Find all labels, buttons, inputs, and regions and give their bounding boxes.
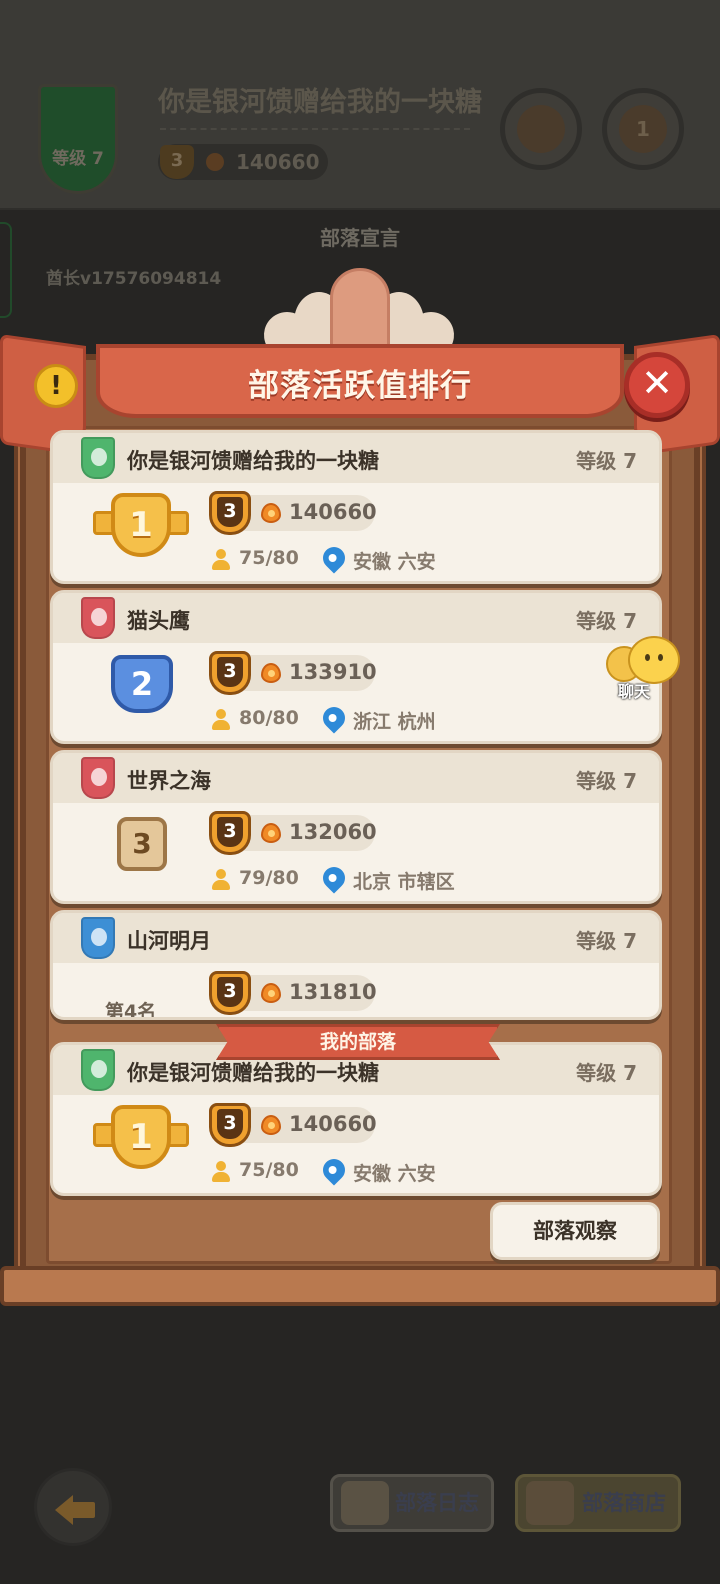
activity-pill: 3 132060 bbox=[209, 811, 377, 855]
ranking-row[interactable]: 你是银河馈赠给我的一块糖 等级 7 1 3 140660 75/80 安徽 六安 bbox=[50, 430, 662, 584]
person-icon bbox=[211, 869, 231, 891]
location-text: 安徽 六安 bbox=[353, 551, 436, 573]
rank-text: 第4名 bbox=[105, 1001, 157, 1020]
silver-rank-badge-icon: 2 bbox=[101, 651, 181, 721]
shield-icon: 3 bbox=[209, 651, 251, 695]
shield-icon: 3 bbox=[209, 811, 251, 855]
shield-icon: 3 bbox=[209, 491, 251, 535]
trophy-icon: 1 bbox=[619, 105, 667, 153]
tribe-level: 等级 7 bbox=[576, 449, 637, 473]
chat-button[interactable]: 聊天 bbox=[606, 636, 680, 704]
fire-icon bbox=[261, 983, 281, 1003]
tribe-name: 山河明月 bbox=[127, 929, 211, 953]
shield-icon: 3 bbox=[209, 971, 251, 1015]
shield-icon: 3 bbox=[160, 145, 194, 179]
location-icon bbox=[318, 542, 350, 574]
monkey-avatar-button[interactable] bbox=[500, 88, 582, 170]
title-divider bbox=[160, 128, 470, 130]
fire-icon bbox=[206, 153, 224, 171]
activity-value: 140660 bbox=[289, 500, 377, 524]
person-icon bbox=[211, 1161, 231, 1183]
tribe-name: 你是银河馈赠给我的一块糖 bbox=[127, 1061, 379, 1085]
member-count: 79/80 bbox=[239, 867, 299, 889]
activity-value: 133910 bbox=[289, 660, 377, 684]
info-button[interactable]: ! bbox=[34, 364, 78, 408]
chat-label: 聊天 bbox=[618, 682, 651, 701]
ranking-row[interactable]: 世界之海 等级 7 3 3 132060 79/80 北京 市辖区 bbox=[50, 750, 662, 904]
person-icon bbox=[211, 549, 231, 571]
popup-title: 部落活跃值排行 bbox=[248, 368, 472, 404]
chief-name: 酋长v17576094814 bbox=[46, 269, 222, 289]
fire-icon bbox=[261, 663, 281, 683]
activity-value: 140660 bbox=[236, 150, 320, 174]
activity-value: 131810 bbox=[289, 980, 377, 1004]
tribe-shop-label: 部落商店 bbox=[582, 1491, 666, 1515]
activity-value: 140660 bbox=[289, 1112, 377, 1136]
tribe-level: 等级 7 bbox=[576, 929, 637, 953]
ranking-row[interactable]: 山河明月 等级 7 第4名 3 131810 bbox=[50, 910, 662, 1020]
activity-pill: 3 131810 bbox=[209, 971, 377, 1015]
tribe-flag-icon bbox=[81, 597, 115, 639]
tribe-name: 猫头鹰 bbox=[127, 609, 190, 633]
fire-icon bbox=[261, 503, 281, 523]
tribe-title: 你是银河馈赠给我的一块糖 bbox=[158, 87, 482, 118]
location-icon bbox=[318, 702, 350, 734]
gold-rank-badge-icon: 1 bbox=[93, 491, 189, 561]
tribe-header: 等级 7 你是银河馈赠给我的一块糖 3 140660 1 bbox=[0, 0, 720, 210]
tribe-log-button[interactable]: 部落日志 bbox=[330, 1474, 494, 1532]
back-button[interactable] bbox=[34, 1468, 112, 1546]
member-count: 80/80 bbox=[239, 707, 299, 729]
tribe-flag-icon bbox=[81, 437, 115, 479]
tribe-observe-button[interactable]: 部落观察 bbox=[490, 1202, 660, 1260]
tribe-level: 等级 7 bbox=[576, 609, 637, 633]
monkey-icon bbox=[517, 105, 565, 153]
tribe-name: 你是银河馈赠给我的一块糖 bbox=[127, 449, 379, 473]
tribe-log-label: 部落日志 bbox=[395, 1491, 479, 1515]
tribe-level-label: 等级 7 bbox=[52, 149, 104, 169]
ranking-row[interactable]: 猫头鹰 等级 7 2 3 133910 80/80 浙江 杭州 bbox=[50, 590, 662, 744]
activity-pill: 3 140660 bbox=[209, 491, 377, 535]
close-button[interactable]: ✕ bbox=[624, 352, 690, 418]
gold-rank-badge-icon: 1 bbox=[93, 1103, 189, 1173]
tribe-shop-button[interactable]: 部落商店 bbox=[515, 1474, 681, 1532]
my-tribe-row[interactable]: 你是银河馈赠给我的一块糖 等级 7 1 3 140660 75/80 安徽 六安 bbox=[50, 1042, 662, 1196]
tribe-name: 世界之海 bbox=[127, 769, 211, 793]
tribe-banner: 等级 7 bbox=[38, 84, 118, 194]
fire-icon bbox=[261, 1115, 281, 1135]
member-count: 75/80 bbox=[239, 1159, 299, 1181]
activity-value: 132060 bbox=[289, 820, 377, 844]
location-text: 北京 市辖区 bbox=[353, 871, 455, 893]
tribe-stats-pill: 3 140660 bbox=[158, 144, 328, 180]
activity-pill: 3 133910 bbox=[209, 651, 377, 695]
activity-pill: 3 140660 bbox=[209, 1103, 377, 1147]
declaration-title: 部落宣言 bbox=[320, 226, 400, 250]
member-count: 75/80 bbox=[239, 547, 299, 569]
smiley-icon bbox=[628, 636, 680, 684]
location-icon bbox=[318, 862, 350, 894]
bronze-rank-badge-icon: 3 bbox=[101, 811, 181, 881]
fire-icon bbox=[261, 823, 281, 843]
location-text: 安徽 六安 bbox=[353, 1163, 436, 1185]
my-tribe-label: 我的部落 bbox=[216, 1024, 500, 1060]
tribe-flag-icon bbox=[81, 1049, 115, 1091]
person-icon bbox=[211, 709, 231, 731]
location-icon bbox=[318, 1154, 350, 1186]
scroll-icon bbox=[341, 1481, 389, 1525]
trophy-button[interactable]: 1 bbox=[602, 88, 684, 170]
tribe-level: 等级 7 bbox=[576, 769, 637, 793]
tribe-flag-icon bbox=[81, 917, 115, 959]
tribe-flag-icon bbox=[81, 757, 115, 799]
tribe-level: 等级 7 bbox=[576, 1061, 637, 1085]
shop-icon bbox=[526, 1481, 574, 1525]
shield-icon: 3 bbox=[209, 1103, 251, 1147]
location-text: 浙江 杭州 bbox=[353, 711, 436, 733]
